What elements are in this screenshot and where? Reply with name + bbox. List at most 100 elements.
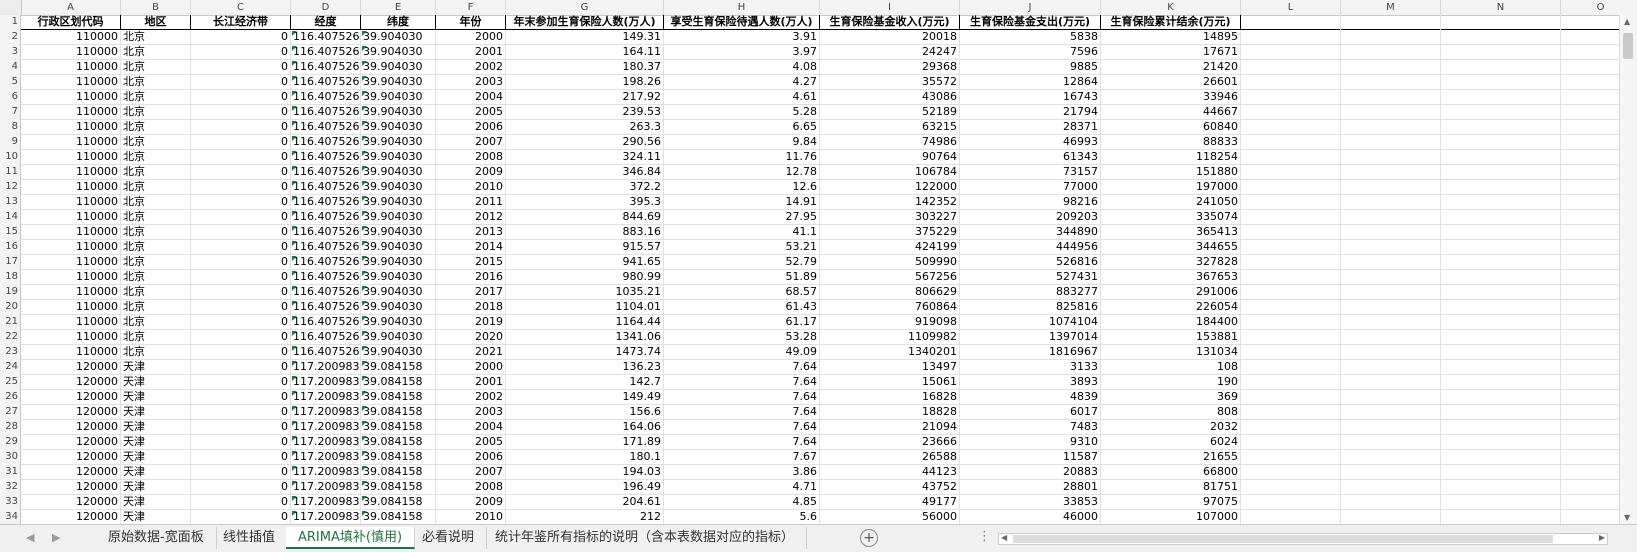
cell[interactable]: 118254 [1101,150,1241,165]
cell[interactable]: 6017 [960,405,1101,420]
cell[interactable]: 74986 [820,135,960,150]
cell[interactable]: 131034 [1101,345,1241,360]
empty-cell[interactable] [1241,240,1341,255]
cell[interactable]: 120000 [21,465,121,480]
cell[interactable]: 39.904030 [361,315,436,330]
row-number[interactable]: 10 [0,150,21,165]
column-header-b[interactable]: B [121,0,191,15]
cell[interactable]: 39.084158 [361,510,436,524]
cell[interactable]: 44123 [820,465,960,480]
cell[interactable]: 1104.01 [506,300,664,315]
sheet-tab[interactable]: 必看说明 [410,527,488,549]
cell[interactable]: 107000 [1101,510,1241,524]
empty-cell[interactable] [1341,420,1441,435]
cell[interactable]: 1340201 [820,345,960,360]
cell[interactable]: 北京 [121,225,191,240]
cell[interactable]: 4.27 [664,75,820,90]
empty-cell[interactable] [1441,240,1561,255]
cell[interactable]: 116.407526 [291,330,361,345]
sheet-tab[interactable]: 统计年鉴所有指标的说明（含本表数据对应的指标） [483,527,808,549]
empty-cell[interactable] [1241,315,1341,330]
cell[interactable]: 0 [191,390,291,405]
column-header-l[interactable]: L [1241,0,1341,15]
cell[interactable]: 149.49 [506,390,664,405]
empty-cell[interactable] [1241,150,1341,165]
cell[interactable]: 2002 [436,390,506,405]
cell[interactable]: 116.407526 [291,150,361,165]
empty-cell[interactable] [1441,375,1561,390]
cell[interactable]: 117.200983 [291,375,361,390]
cell[interactable]: 北京 [121,330,191,345]
cell[interactable]: 39.904030 [361,345,436,360]
cell[interactable]: 0 [191,135,291,150]
column-header-g[interactable]: G [506,0,664,15]
cell[interactable]: 43752 [820,480,960,495]
cell[interactable]: 117.200983 [291,360,361,375]
cell[interactable]: 110000 [21,240,121,255]
cell[interactable]: 天津 [121,390,191,405]
cell[interactable]: 0 [191,45,291,60]
empty-cell[interactable] [1241,375,1341,390]
empty-cell[interactable] [1441,60,1561,75]
column-header-f[interactable]: F [436,0,506,15]
cell[interactable]: 116.407526 [291,195,361,210]
cell[interactable]: 3133 [960,360,1101,375]
empty-cell[interactable] [1241,420,1341,435]
empty-cell[interactable] [1241,105,1341,120]
row-number[interactable]: 21 [0,315,21,330]
cell[interactable]: 35572 [820,75,960,90]
empty-cell[interactable] [1441,360,1561,375]
sheet-tab[interactable]: 原始数据-宽面板 [96,527,217,549]
cell[interactable]: 2008 [436,150,506,165]
cell[interactable]: 1341.06 [506,330,664,345]
cell[interactable]: 49177 [820,495,960,510]
row-number[interactable]: 5 [0,75,21,90]
scroll-right-icon[interactable]: ▶ [1599,533,1605,542]
row-number[interactable]: 22 [0,330,21,345]
row-number[interactable]: 17 [0,255,21,270]
cell[interactable]: 39.904030 [361,225,436,240]
cell[interactable]: 2003 [436,75,506,90]
cell[interactable]: 110000 [21,195,121,210]
cell[interactable]: 39.904030 [361,105,436,120]
empty-cell[interactable] [1441,120,1561,135]
cell[interactable]: 2014 [436,240,506,255]
cell[interactable]: 20018 [820,30,960,45]
header-cell[interactable]: 生育保险累计结余(万元) [1101,15,1241,30]
row-number[interactable]: 18 [0,270,21,285]
cell[interactable]: 3.91 [664,30,820,45]
cell[interactable]: 7.64 [664,420,820,435]
cell[interactable]: 11.76 [664,150,820,165]
cell[interactable]: 4.85 [664,495,820,510]
cell[interactable]: 39.904030 [361,240,436,255]
cell[interactable]: 天津 [121,360,191,375]
cell[interactable]: 116.407526 [291,165,361,180]
cell[interactable]: 28801 [960,480,1101,495]
empty-cell[interactable] [1341,360,1441,375]
column-header-h[interactable]: H [664,0,820,15]
cell[interactable]: 110000 [21,90,121,105]
cell[interactable]: 4.08 [664,60,820,75]
cell[interactable]: 120000 [21,480,121,495]
cell[interactable]: 27.95 [664,210,820,225]
cell[interactable]: 239.53 [506,105,664,120]
cell[interactable]: 33946 [1101,90,1241,105]
cell[interactable]: 2006 [436,450,506,465]
cell[interactable]: 61.17 [664,315,820,330]
cell[interactable]: 2004 [436,420,506,435]
cell[interactable]: 197000 [1101,180,1241,195]
cell[interactable]: 0 [191,315,291,330]
empty-cell[interactable] [1241,90,1341,105]
cell[interactable]: 0 [191,90,291,105]
cell[interactable]: 110000 [21,60,121,75]
empty-cell[interactable] [1441,315,1561,330]
empty-cell[interactable] [1341,90,1441,105]
cell[interactable]: 120000 [21,510,121,524]
empty-cell[interactable] [1341,210,1441,225]
cell[interactable]: 3.97 [664,45,820,60]
row-number[interactable]: 29 [0,435,21,450]
row-number[interactable]: 12 [0,180,21,195]
cell[interactable]: 324.11 [506,150,664,165]
cell[interactable]: 77000 [960,180,1101,195]
cell[interactable]: 7.67 [664,450,820,465]
